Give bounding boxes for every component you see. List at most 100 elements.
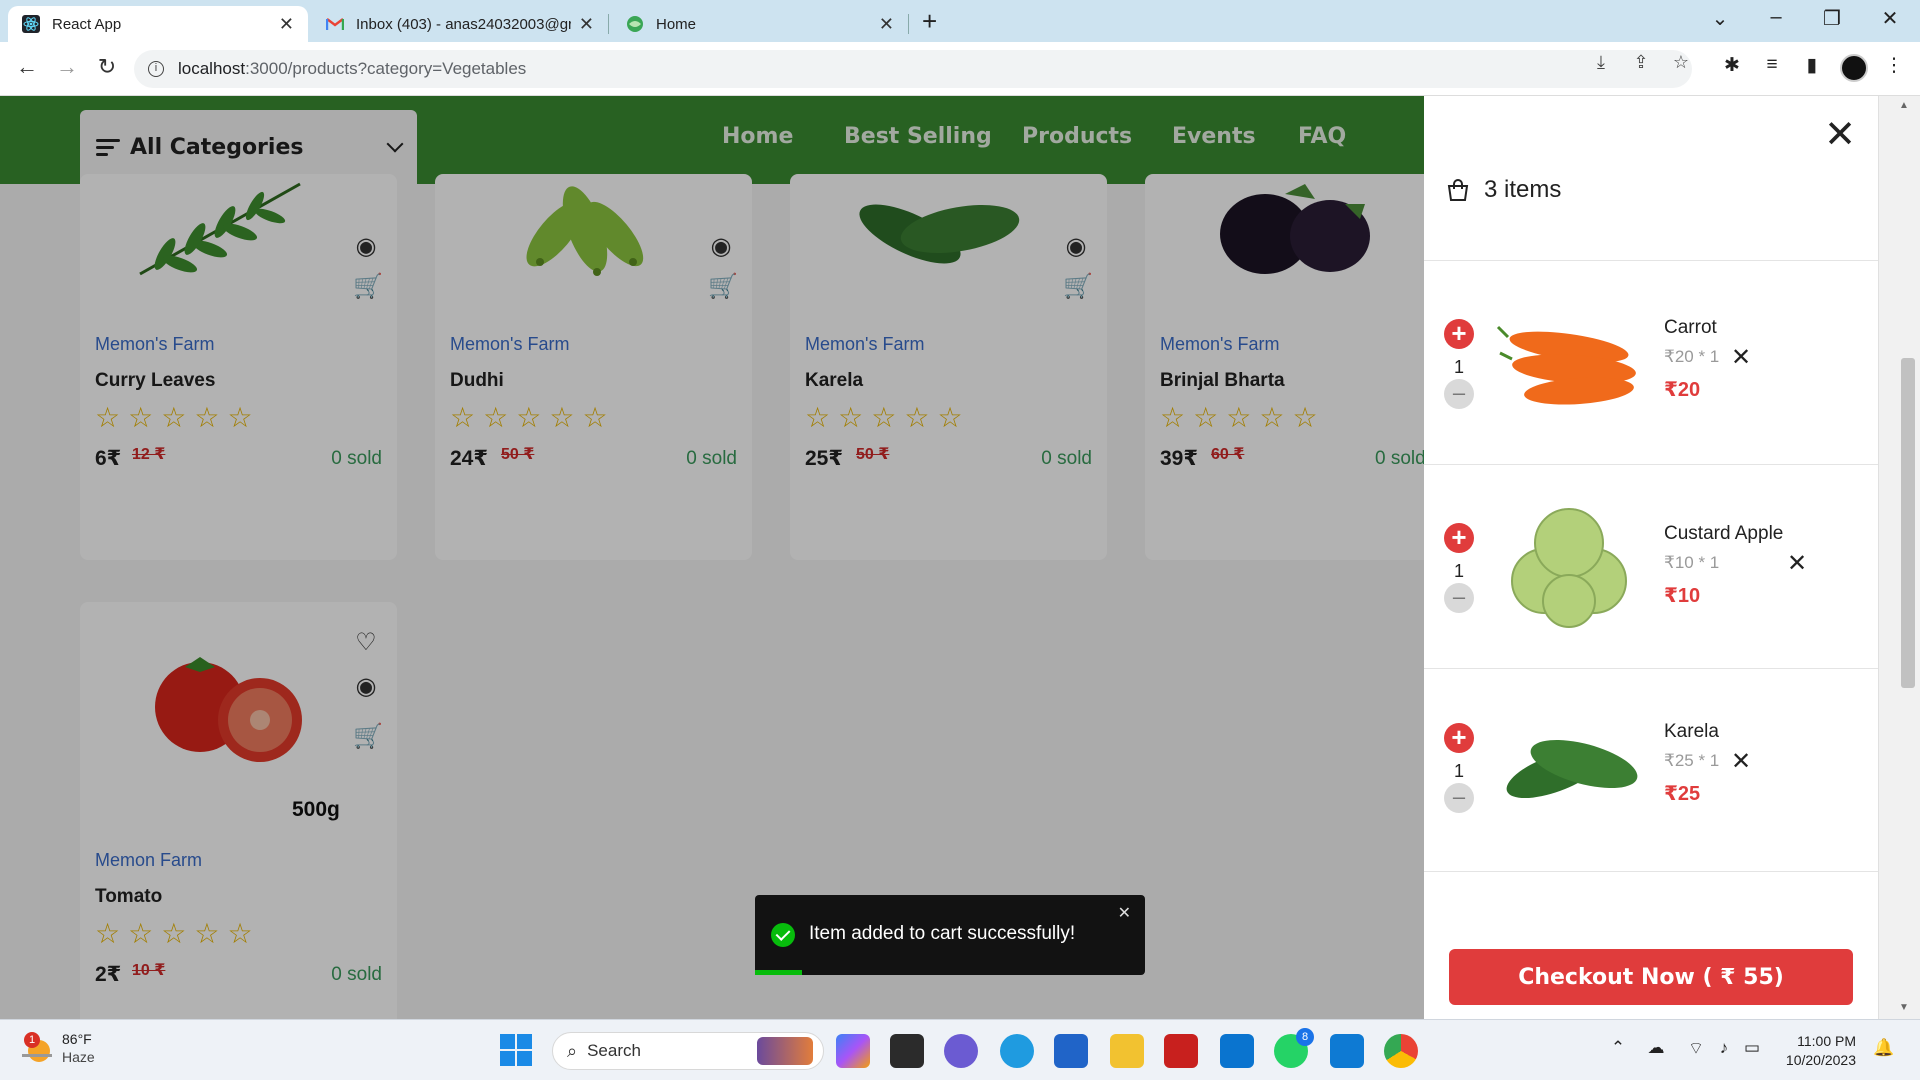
address-bar-row: ← → ↻ i localhost:3000/products?category… bbox=[0, 42, 1920, 96]
app-icon[interactable] bbox=[1220, 1034, 1254, 1068]
vscode-icon[interactable] bbox=[1330, 1034, 1364, 1068]
tab-divider bbox=[608, 14, 609, 34]
checkout-button[interactable]: Checkout Now ( ₹ 55) bbox=[1449, 949, 1853, 1005]
profile-avatar[interactable] bbox=[1840, 54, 1868, 82]
windows-start-icon[interactable] bbox=[500, 1034, 532, 1066]
decrease-quantity-button[interactable]: – bbox=[1444, 379, 1474, 409]
minimize-icon[interactable]: – bbox=[1756, 6, 1796, 29]
copilot-icon[interactable] bbox=[836, 1034, 870, 1068]
remove-item-icon[interactable]: ✕ bbox=[1730, 343, 1752, 372]
decrease-quantity-button[interactable]: – bbox=[1444, 583, 1474, 613]
cart-item: + 1 – Karela ₹25 * 1 ₹25 ✕ bbox=[1424, 668, 1878, 872]
quantity: 1 bbox=[1453, 761, 1464, 781]
back-icon[interactable]: ← bbox=[12, 54, 42, 80]
cart-item-calc: ₹25 * 1 bbox=[1664, 751, 1720, 770]
battery-icon[interactable]: ▭ bbox=[1740, 1038, 1764, 1058]
quantity: 1 bbox=[1453, 561, 1464, 581]
custard-apple-image bbox=[1511, 508, 1627, 628]
globe-icon bbox=[626, 15, 644, 33]
search-placeholder: Search bbox=[587, 1041, 641, 1060]
web-page: All Categories Home Best Selling Product… bbox=[0, 96, 1920, 1019]
new-tab-button[interactable]: + bbox=[922, 6, 937, 37]
url-host: localhost bbox=[178, 59, 246, 78]
show-hidden-icons-icon[interactable]: ⌃ bbox=[1606, 1038, 1630, 1058]
remove-item-icon[interactable]: ✕ bbox=[1730, 747, 1752, 776]
scroll-up-icon[interactable]: ▲ bbox=[1899, 100, 1909, 111]
carrot-image bbox=[1496, 325, 1636, 405]
cart-item-name: Karela bbox=[1664, 721, 1719, 742]
forward-icon[interactable]: → bbox=[52, 54, 82, 80]
increase-quantity-button[interactable]: + bbox=[1444, 523, 1474, 553]
success-check-icon bbox=[771, 923, 795, 947]
karela-image bbox=[1506, 740, 1638, 799]
cart-item-total: ₹10 bbox=[1664, 585, 1701, 607]
store-icon[interactable] bbox=[1054, 1034, 1088, 1068]
side-panel-icon[interactable]: ▮ bbox=[1798, 54, 1826, 77]
mcafee-icon[interactable] bbox=[1164, 1034, 1198, 1068]
cart-item-total: ₹25 bbox=[1664, 783, 1701, 805]
restore-icon[interactable]: ❐ bbox=[1812, 6, 1852, 31]
toast-progress-bar bbox=[755, 970, 802, 975]
cart-item-name: Carrot bbox=[1664, 317, 1717, 338]
notification-badge: 8 bbox=[1296, 1028, 1314, 1046]
shopping-bag-icon bbox=[1447, 179, 1469, 201]
window-close-icon[interactable]: ✕ bbox=[1870, 6, 1910, 31]
whatsapp-icon[interactable]: 8 bbox=[1274, 1028, 1314, 1068]
tab-inbox[interactable]: Inbox (403) - anas24032003@gr ✕ bbox=[312, 6, 608, 42]
close-icon[interactable]: ✕ bbox=[279, 14, 294, 35]
increase-quantity-button[interactable]: + bbox=[1444, 319, 1474, 349]
weather-widget[interactable]: 1 86°F Haze bbox=[22, 1030, 95, 1066]
modal-backdrop[interactable] bbox=[0, 96, 1424, 1019]
browser-tab-bar: React App ✕ Inbox (403) - anas24032003@g… bbox=[0, 0, 1920, 42]
tab-title: Home bbox=[656, 15, 697, 33]
gmail-icon bbox=[326, 15, 344, 33]
toast-notification: Item added to cart successfully! ✕ bbox=[755, 895, 1145, 975]
scrollbar[interactable]: ▲ ▼ bbox=[1878, 96, 1920, 1019]
temperature: 86°F bbox=[62, 1031, 92, 1047]
cart-item-calc: ₹20 * 1 bbox=[1664, 347, 1720, 366]
extensions-icon[interactable]: ✱ bbox=[1718, 54, 1746, 77]
edge-icon[interactable] bbox=[1000, 1034, 1034, 1068]
close-icon[interactable]: ✕ bbox=[579, 14, 594, 35]
decrease-quantity-button[interactable]: – bbox=[1444, 783, 1474, 813]
quantity: 1 bbox=[1453, 357, 1464, 377]
tab-title: Inbox (403) - anas24032003@gr bbox=[356, 15, 571, 33]
clock-time: 11:00 PM bbox=[1797, 1033, 1856, 1049]
task-view-icon[interactable] bbox=[890, 1034, 924, 1068]
site-info-icon[interactable]: i bbox=[148, 61, 164, 77]
tab-search-icon[interactable]: ⌄ bbox=[1700, 6, 1740, 31]
share-icon[interactable]: ⇪ bbox=[1628, 52, 1654, 73]
scrollbar-thumb[interactable] bbox=[1901, 358, 1915, 688]
close-icon[interactable]: ✕ bbox=[1118, 903, 1131, 923]
close-icon[interactable]: ✕ bbox=[1824, 116, 1856, 154]
teams-chat-icon[interactable] bbox=[944, 1034, 978, 1068]
scroll-down-icon[interactable]: ▼ bbox=[1899, 1002, 1909, 1013]
taskbar-search-input[interactable]: ⌕ Search bbox=[552, 1032, 824, 1070]
bookmark-star-icon[interactable]: ☆ bbox=[1668, 52, 1694, 73]
clock-date: 10/20/2023 bbox=[1785, 1052, 1856, 1068]
notification-bell-icon[interactable]: 🔔 bbox=[1872, 1038, 1896, 1058]
increase-quantity-button[interactable]: + bbox=[1444, 723, 1474, 753]
reading-list-icon[interactable]: ≡ bbox=[1758, 54, 1786, 76]
cart-item-name: Custard Apple bbox=[1664, 523, 1784, 544]
remove-item-icon[interactable]: ✕ bbox=[1786, 549, 1808, 578]
tab-home[interactable]: Home ✕ bbox=[612, 6, 908, 42]
install-icon[interactable]: ⤓ bbox=[1588, 52, 1614, 73]
network-status-icon[interactable]: ☁ bbox=[1644, 1038, 1668, 1058]
close-icon[interactable]: ✕ bbox=[879, 14, 894, 35]
cart-item: + 1 – Carrot ₹20 * 1 ₹20 ✕ bbox=[1424, 260, 1878, 464]
chrome-icon[interactable] bbox=[1384, 1034, 1418, 1068]
volume-icon[interactable]: ♪ bbox=[1712, 1038, 1736, 1058]
react-icon bbox=[22, 15, 40, 33]
url-input[interactable]: i localhost:3000/products?category=Veget… bbox=[134, 50, 1692, 88]
cart-count: 3 items bbox=[1484, 176, 1562, 203]
wifi-icon[interactable]: ⌔ bbox=[1684, 1038, 1708, 1059]
reload-icon[interactable]: ↻ bbox=[92, 54, 122, 80]
notification-badge: 1 bbox=[24, 1032, 40, 1048]
file-explorer-icon[interactable] bbox=[1110, 1034, 1144, 1068]
menu-icon[interactable]: ⋮ bbox=[1880, 54, 1908, 77]
toast-message: Item added to cart successfully! bbox=[809, 923, 1076, 944]
tab-react-app[interactable]: React App ✕ bbox=[8, 6, 308, 42]
weather-condition: Haze bbox=[62, 1049, 95, 1065]
system-clock[interactable]: 11:00 PM 10/20/2023 bbox=[1786, 1032, 1856, 1070]
